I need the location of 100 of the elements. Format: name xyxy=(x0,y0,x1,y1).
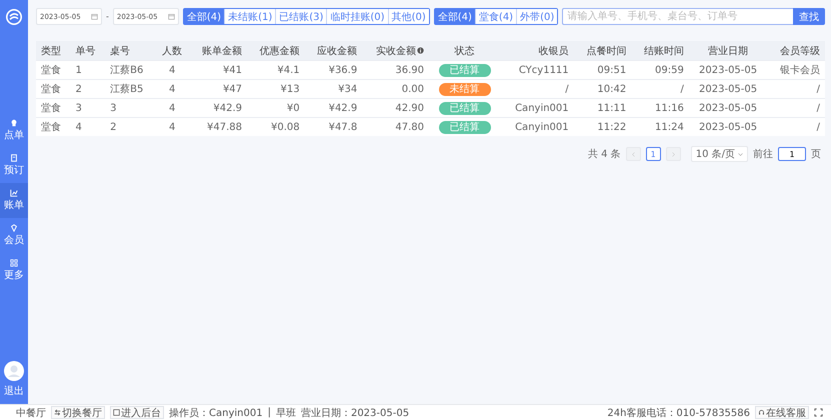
previous-page-button[interactable] xyxy=(626,147,641,161)
table-cell: 4 xyxy=(154,118,190,136)
logo-icon xyxy=(6,9,22,25)
switch-restaurant-button[interactable]: 切换餐厅 xyxy=(51,406,105,419)
goto-label: 前往 xyxy=(753,148,773,161)
sidebar-item[interactable]: 会员 xyxy=(0,218,28,253)
chart-icon xyxy=(10,189,18,197)
status-badge: 已结算 xyxy=(438,120,491,134)
table-cell: 11:16 xyxy=(631,98,689,118)
table-cell: 堂食 xyxy=(36,80,71,98)
page-size-dropdown[interactable]: 10 条/页 xyxy=(690,146,748,162)
column-header: 收银员 xyxy=(500,41,574,60)
table-cell: / xyxy=(500,80,574,98)
table-cell: ¥47 xyxy=(189,80,248,98)
table-cell: 11:22 xyxy=(574,118,632,136)
table-cell: 4 xyxy=(154,60,190,80)
page-unit: 页 xyxy=(811,148,821,161)
status-filter-tab[interactable]: 其他(0) xyxy=(388,9,429,24)
table-cell: 2023-05-05 xyxy=(688,118,768,136)
shift-text: 早班 xyxy=(276,406,296,420)
page-number-field[interactable]: 1 xyxy=(778,147,806,161)
logout-button[interactable]: 退出 xyxy=(4,361,24,398)
table-cell: ¥36.9 xyxy=(304,60,362,80)
table-cell: 4 xyxy=(70,118,106,136)
status-filter-tab[interactable]: 全部(4) xyxy=(184,9,226,24)
calendar-icon xyxy=(168,13,175,20)
table-cell: 10:42 xyxy=(574,80,632,98)
chevron-right-icon xyxy=(670,152,676,156)
column-header: 应收金额 xyxy=(304,41,362,60)
restaurant-name: 中餐厅 xyxy=(16,406,46,420)
status-badge: 已结算 xyxy=(438,64,491,76)
column-header: 人数 xyxy=(154,41,190,60)
table-cell: / xyxy=(767,80,825,98)
table-cell: 4 xyxy=(154,98,190,118)
column-header: 点餐时间 xyxy=(574,41,632,60)
backend-button[interactable]: 进入后台 xyxy=(110,406,164,419)
column-header: 结账时间 xyxy=(631,41,689,60)
type-filter-tab[interactable]: 外带(0) xyxy=(517,9,558,24)
operator-text: 操作员：Canyin001 xyxy=(169,406,263,420)
table-cell: 36.90 xyxy=(362,60,430,80)
status-badge: 未结算 xyxy=(438,82,491,96)
table-cell: / xyxy=(767,118,825,136)
online-service-button[interactable]: 在线客服 xyxy=(755,406,809,419)
table-cell: 堂食 xyxy=(36,60,71,80)
column-header: 会员等级 xyxy=(767,41,825,60)
page-button[interactable]: 1 xyxy=(646,147,661,161)
table-cell: ¥41 xyxy=(189,60,248,80)
swap-icon xyxy=(54,409,61,416)
type-filter-tab[interactable]: 全部(4) xyxy=(434,9,476,24)
table-cell: Canyin001 xyxy=(500,98,574,118)
caret-icon xyxy=(738,152,743,156)
table-cell: 42.90 xyxy=(362,98,430,118)
table-cell: 堂食 xyxy=(36,118,71,136)
table-cell: 1 xyxy=(70,60,106,80)
table-cell: 4 xyxy=(154,80,190,98)
diamond-icon xyxy=(10,224,18,232)
square-icon xyxy=(113,409,120,416)
table-cell: 3 xyxy=(105,98,155,118)
table-cell: / xyxy=(631,80,689,98)
column-header: 优惠金额 xyxy=(247,41,305,60)
sidebar-item[interactable]: 点单 xyxy=(0,113,28,148)
table-cell: ¥0 xyxy=(247,98,305,118)
table-cell: 3 xyxy=(70,98,106,118)
table-cell: 09:59 xyxy=(631,60,689,80)
sidebar-item[interactable]: 更多 xyxy=(0,253,28,288)
sidebar-item[interactable]: 预订 xyxy=(0,148,28,183)
table-cell: 0.00 xyxy=(362,80,430,98)
table-cell: 2023-05-05 xyxy=(688,60,768,80)
column-header: 实收金额 xyxy=(362,41,430,60)
table-cell: ¥0.08 xyxy=(247,118,305,136)
table-cell: 江蔡B6 xyxy=(105,60,155,80)
column-header: 桌号 xyxy=(105,41,155,60)
table-cell: ¥42.9 xyxy=(304,98,362,118)
hotline-text: 24h客服电话：010-57835586 xyxy=(607,406,750,420)
column-header: 营业日期 xyxy=(688,41,768,60)
table-cell: 11:11 xyxy=(574,98,632,118)
column-header: 状态 xyxy=(429,41,500,60)
table-cell: ¥34 xyxy=(304,80,362,98)
book-icon xyxy=(10,154,18,162)
table-cell: 2 xyxy=(105,118,155,136)
avatar-icon xyxy=(4,361,24,381)
next-page-button[interactable] xyxy=(666,147,681,161)
date-separator: - xyxy=(106,12,109,21)
chevron-left-icon xyxy=(630,152,636,156)
table-cell: 2 xyxy=(70,80,106,98)
total-count: 共 4 条 xyxy=(588,148,621,161)
search-button[interactable]: 查找 xyxy=(793,8,825,25)
table-cell: ¥4.1 xyxy=(247,60,305,80)
sidebar-item[interactable]: 账单 xyxy=(0,183,28,218)
chef-hat-icon xyxy=(10,119,18,127)
table-cell: 47.80 xyxy=(362,118,430,136)
table-cell: ¥42.9 xyxy=(189,98,248,118)
status-filter-tab[interactable]: 未结账(1) xyxy=(225,9,276,24)
table-cell: ¥47.8 xyxy=(304,118,362,136)
calendar-icon xyxy=(91,13,98,20)
table-cell: 09:51 xyxy=(574,60,632,80)
search-field[interactable]: 请输入单号、手机号、桌台号、订单号 xyxy=(562,8,793,25)
column-header: 类型 xyxy=(36,41,71,60)
fullscreen-icon[interactable] xyxy=(814,408,823,417)
table-cell: / xyxy=(767,98,825,118)
